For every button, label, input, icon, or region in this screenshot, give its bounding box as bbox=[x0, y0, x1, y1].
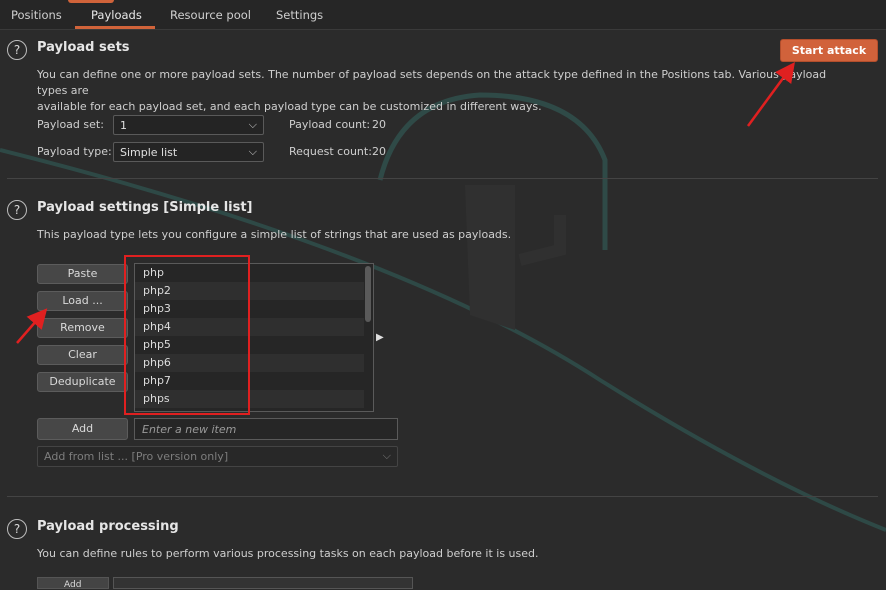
list-scrollbar[interactable] bbox=[365, 266, 371, 322]
payload-set-label: Payload set: bbox=[37, 118, 104, 131]
new-item-input[interactable] bbox=[135, 419, 397, 439]
annotation-highlight-box bbox=[124, 255, 250, 415]
payload-processing-description: You can define rules to perform various … bbox=[37, 547, 539, 560]
section-divider bbox=[7, 496, 878, 497]
payload-type-select[interactable]: Simple list ⌵ bbox=[113, 142, 264, 162]
clear-button[interactable]: Clear bbox=[37, 345, 128, 365]
new-item-input-wrapper bbox=[134, 418, 398, 440]
payload-type-label: Payload type: bbox=[37, 145, 112, 158]
help-icon[interactable]: ? bbox=[7, 519, 27, 539]
payload-set-value: 1 bbox=[120, 119, 127, 132]
processing-add-label: Add bbox=[64, 580, 82, 590]
payload-settings-description: This payload type lets you configure a s… bbox=[37, 228, 512, 241]
payload-count-value: 20 bbox=[372, 118, 386, 131]
add-button[interactable]: Add bbox=[37, 418, 128, 440]
payload-type-value: Simple list bbox=[120, 146, 178, 159]
cursor-icon: ▶ bbox=[376, 332, 384, 343]
payload-set-select[interactable]: 1 ⌵ bbox=[113, 115, 264, 135]
help-icon[interactable]: ? bbox=[7, 200, 27, 220]
chevron-down-icon: ⌵ bbox=[248, 145, 257, 158]
payload-sets-section: ? Payload sets You can define one or mor… bbox=[0, 0, 886, 180]
payload-count-label: Payload count: bbox=[289, 118, 371, 131]
payload-sets-description-line2: available for each payload set, and each… bbox=[37, 100, 542, 113]
processing-add-button[interactable]: Add bbox=[37, 577, 109, 590]
section-divider bbox=[7, 178, 878, 179]
load-button[interactable]: Load ... bbox=[37, 291, 128, 311]
payload-sets-description-line1: You can define one or more payload sets.… bbox=[37, 68, 827, 97]
paste-button[interactable]: Paste bbox=[37, 264, 128, 284]
payload-processing-section: ? Payload processing You can define rule… bbox=[0, 500, 886, 586]
start-attack-button[interactable]: Start attack bbox=[780, 39, 878, 62]
payload-settings-title: Payload settings [Simple list] bbox=[37, 200, 253, 215]
request-count-label: Request count: bbox=[289, 145, 372, 158]
remove-button[interactable]: Remove bbox=[37, 318, 128, 338]
chevron-down-icon: ⌵ bbox=[248, 118, 257, 131]
deduplicate-button[interactable]: Deduplicate bbox=[37, 372, 128, 392]
processing-rules-table[interactable] bbox=[113, 577, 413, 589]
payload-sets-title: Payload sets bbox=[37, 40, 130, 55]
help-icon[interactable]: ? bbox=[7, 40, 27, 60]
payload-processing-title: Payload processing bbox=[37, 519, 179, 534]
request-count-value: 20 bbox=[372, 145, 386, 158]
